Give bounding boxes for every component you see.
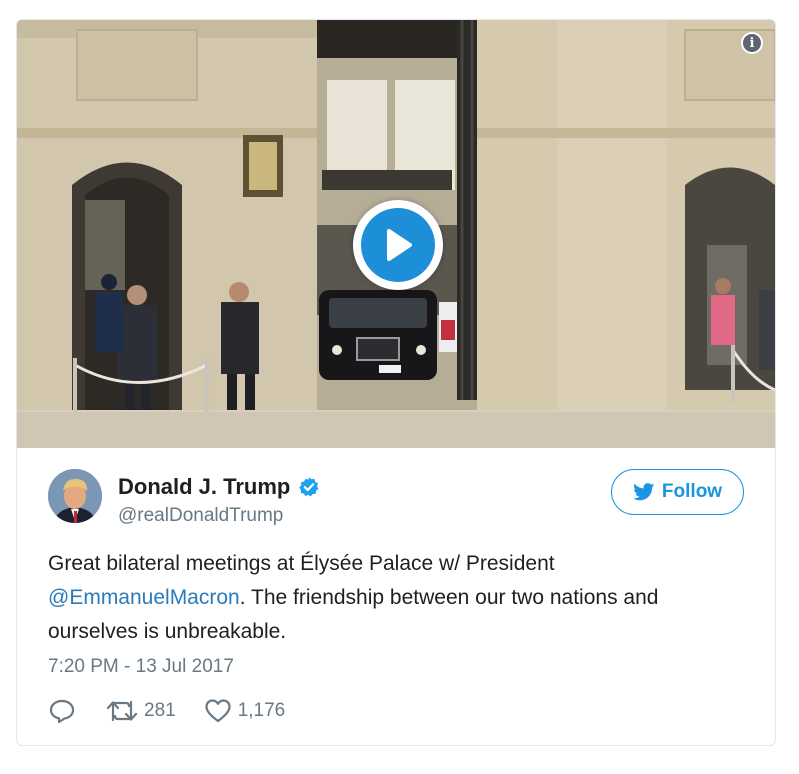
twitter-bird-icon bbox=[633, 483, 655, 501]
video-player[interactable]: i bbox=[17, 20, 775, 448]
avatar[interactable] bbox=[48, 469, 102, 523]
retweet-button[interactable]: 281 bbox=[106, 698, 176, 724]
tweet-timestamp[interactable]: 7:20 PM - 13 Jul 2017 bbox=[48, 656, 234, 678]
mention-link[interactable]: @EmmanuelMacron bbox=[48, 586, 240, 609]
author-display-name[interactable]: Donald J. Trump bbox=[118, 474, 290, 500]
reply-icon bbox=[49, 699, 75, 724]
author-handle[interactable]: @realDonaldTrump bbox=[118, 505, 283, 527]
retweet-count: 281 bbox=[144, 700, 176, 721]
tweet-text-part1: Great bilateral meetings at Élysée Palac… bbox=[48, 552, 555, 575]
heart-icon bbox=[205, 699, 231, 723]
author-name-row[interactable]: Donald J. Trump bbox=[118, 474, 320, 500]
play-icon bbox=[361, 208, 435, 282]
tweet-actions: 281 1,176 bbox=[48, 698, 285, 724]
info-icon: i bbox=[743, 34, 761, 52]
tweet-card: i Donald J. Trump @realDonaldTrump Follo… bbox=[16, 19, 776, 746]
reply-button[interactable] bbox=[48, 698, 76, 724]
verified-badge-icon bbox=[299, 477, 319, 497]
media-info-button[interactable]: i bbox=[741, 32, 763, 54]
tweet-text: Great bilateral meetings at Élysée Palac… bbox=[48, 547, 748, 649]
play-button[interactable] bbox=[353, 200, 443, 290]
retweet-icon bbox=[106, 700, 138, 722]
follow-button-label: Follow bbox=[661, 481, 723, 502]
like-count: 1,176 bbox=[237, 700, 286, 721]
like-button[interactable]: 1,176 bbox=[204, 698, 286, 724]
follow-button[interactable]: Follow bbox=[611, 469, 744, 515]
